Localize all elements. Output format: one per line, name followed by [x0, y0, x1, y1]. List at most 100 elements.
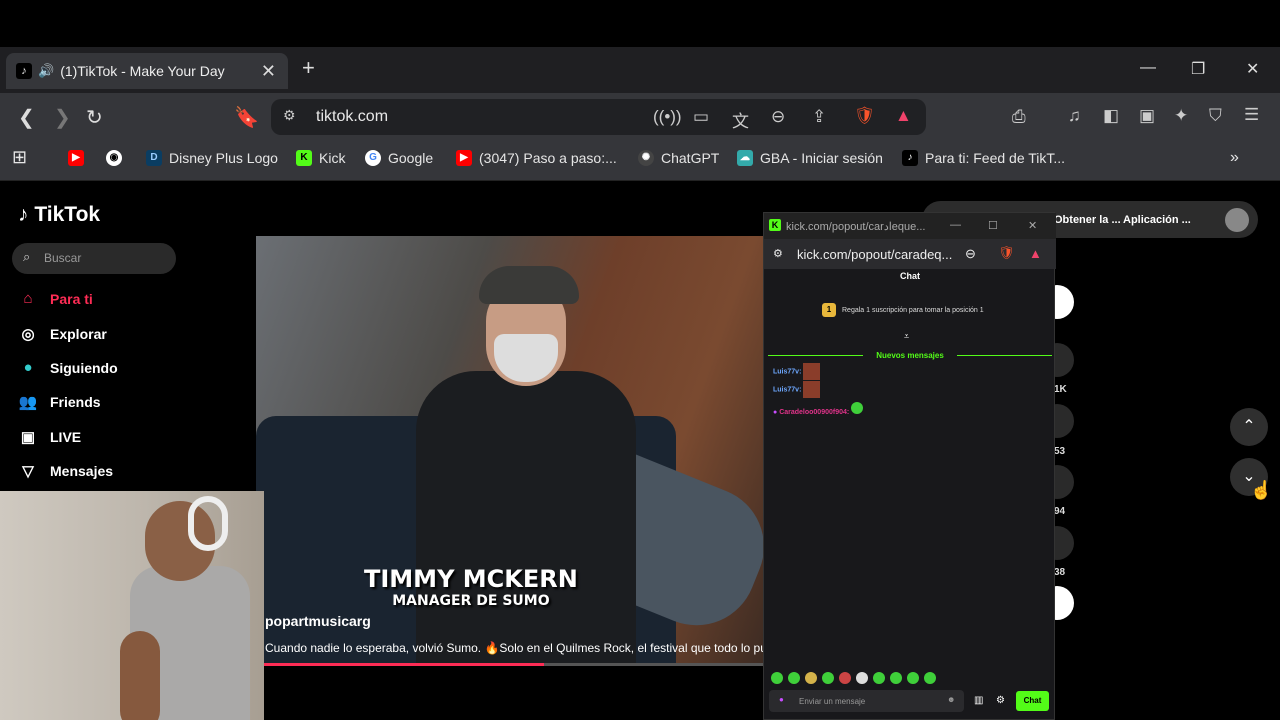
popup-close-icon[interactable]: ✕	[1028, 219, 1037, 232]
bookmark-tiktok[interactable]: ♪ Para ti: Feed de TikT...	[902, 150, 1065, 166]
site-settings-icon[interactable]: ⚙	[773, 247, 783, 260]
settings-icon[interactable]: ⚙	[996, 695, 1005, 706]
chat-username[interactable]: Luis77v:	[773, 368, 801, 375]
nav-live[interactable]: ▣ LIVE	[18, 428, 81, 446]
cast-icon[interactable]: ▭	[693, 107, 709, 127]
store-icon[interactable]: ▥	[974, 695, 983, 706]
emote-icon[interactable]	[924, 672, 936, 684]
minimize-icon[interactable]: —	[1140, 59, 1156, 77]
emote-icon[interactable]	[805, 672, 817, 684]
menu-icon[interactable]: ☰	[1244, 105, 1259, 125]
forward-icon[interactable]: ❯	[54, 105, 71, 130]
comment-count: 53	[1054, 446, 1066, 457]
bookmark-label: Kick	[319, 150, 346, 166]
wallet-icon[interactable]: ▣	[1139, 106, 1155, 126]
translate-icon[interactable]: 文	[732, 107, 749, 132]
bookmark-google[interactable]: G Google	[365, 150, 433, 166]
bookmark-gba[interactable]: ☁ GBA - Iniciar sesión	[737, 150, 883, 166]
zoom-icon[interactable]: ⊖	[965, 246, 976, 262]
chat-message[interactable]: Luis77v:	[773, 381, 821, 398]
save-count: 94	[1054, 506, 1066, 517]
broadcast-icon[interactable]: ((•))	[653, 107, 682, 127]
leo-ai-icon[interactable]: ✦	[1174, 106, 1188, 126]
send-icon: ▽	[22, 463, 34, 480]
bookmark-kick[interactable]: K Kick	[296, 150, 345, 166]
more-bookmarks-icon[interactable]: »	[1230, 149, 1239, 167]
youtube-bookmark[interactable]: ▶	[68, 150, 91, 166]
url-text[interactable]: tiktok.com	[316, 108, 388, 126]
headphones-icon	[188, 496, 228, 551]
tiktok-logo[interactable]: ♪ TikTok	[18, 203, 100, 227]
emote-icon[interactable]	[873, 672, 885, 684]
new-tab-button[interactable]: +	[302, 55, 315, 81]
chat-message-input[interactable]: ● Enviar un mensaje ☻	[769, 690, 964, 712]
bookmark-youtube-video[interactable]: ▶ (3047) Paso a paso:...	[456, 150, 617, 166]
chat-send-button[interactable]: Chat	[1016, 691, 1049, 711]
brave-rewards-icon[interactable]: ▲	[1029, 246, 1042, 261]
avatar[interactable]	[1225, 208, 1249, 232]
emote-icon[interactable]	[788, 672, 800, 684]
back-icon[interactable]: ❮	[18, 105, 35, 130]
search-input[interactable]: ⌕ Buscar	[12, 243, 176, 274]
kick-icon: K	[296, 150, 312, 166]
nav-explorar[interactable]: ◎ Explorar	[18, 325, 107, 343]
nav-friends[interactable]: 👥 Friends	[18, 393, 101, 411]
chat-message[interactable]: Luis77v:	[773, 363, 821, 380]
tab-tiktok[interactable]: ♪ 🔊 (1)TikTok - Make Your Day ✕	[6, 53, 288, 89]
chat-username[interactable]: Luis77v:	[773, 386, 801, 393]
sidebar-toggle-icon[interactable]: ◧	[1103, 106, 1119, 126]
emote-icon[interactable]	[839, 672, 851, 684]
emote-icon[interactable]	[907, 672, 919, 684]
download-app-link[interactable]: Aplicación ...	[1123, 214, 1191, 226]
emote-icon[interactable]	[856, 672, 868, 684]
scroll-down-icon[interactable]: ⩡	[904, 331, 909, 342]
nav-siguiendo[interactable]: ● Siguiendo	[18, 359, 118, 376]
chat-emote	[803, 381, 821, 398]
emote-bar[interactable]	[771, 671, 941, 689]
video-author[interactable]: popartmusicarg	[265, 613, 371, 629]
mouse-cursor-icon: ☝	[1250, 480, 1273, 500]
speaker-icon[interactable]: 🔊	[38, 63, 54, 79]
chat-message[interactable]: ● Caradeloo00900f904:	[773, 402, 868, 416]
apps-grid-icon[interactable]: ⊞	[12, 147, 27, 168]
nav-para-ti[interactable]: ⌂ Para ti	[18, 290, 92, 307]
brave-rewards-icon[interactable]: ▲	[895, 106, 912, 126]
kick-chat-popup: K kick.com/popout/carادeque... — ☐ ✕ ⚙ k…	[763, 212, 1056, 720]
emoji-icon[interactable]: ☻	[947, 695, 955, 704]
video-player[interactable]: TIMMY MCKERN MANAGER DE SUMO	[256, 236, 766, 666]
brave-shields-icon[interactable]: 🛡	[854, 106, 876, 126]
address-bar[interactable]: ⚙ tiktok.com ((•)) ▭ 文 ⊖ ⇪ 🛡 ▲	[271, 99, 926, 135]
emote-icon[interactable]	[771, 672, 783, 684]
music-icon[interactable]: ♫	[1068, 106, 1081, 126]
popup-minimize-icon[interactable]: —	[950, 219, 961, 231]
emote-icon[interactable]	[822, 672, 834, 684]
chat-username[interactable]: Caradeloo00900f904:	[779, 409, 849, 416]
vpn-icon[interactable]: ⛉	[1209, 106, 1222, 126]
zoom-out-icon[interactable]: ⊖	[771, 107, 785, 127]
window-close-icon[interactable]: ✕	[1246, 59, 1259, 79]
nav-label: Siguiendo	[50, 359, 118, 376]
tab-close-icon[interactable]: ✕	[261, 61, 276, 82]
reader-icon[interactable]: ⎙	[1012, 107, 1026, 127]
cloud-icon: ☁	[737, 150, 753, 166]
restore-icon[interactable]: ❐	[1191, 59, 1205, 79]
new-messages-label: Nuevos mensajes	[876, 351, 944, 360]
record-bookmark[interactable]: ◉	[106, 150, 129, 166]
brave-shields-icon[interactable]: 🛡	[998, 245, 1015, 261]
nav-label: Explorar	[50, 326, 107, 342]
site-settings-icon[interactable]: ⚙	[283, 107, 296, 124]
reload-icon[interactable]: ↻	[86, 105, 103, 130]
emote-icon[interactable]	[890, 672, 902, 684]
video-progress-bar[interactable]	[264, 663, 764, 666]
popup-maximize-icon[interactable]: ☐	[988, 219, 998, 232]
nav-mensajes[interactable]: ▽ Mensajes	[18, 462, 113, 480]
bookmark-chatgpt[interactable]: ✺ ChatGPT	[638, 150, 719, 166]
get-app-link[interactable]: Obtener la ...	[1054, 214, 1121, 226]
bookmark-icon[interactable]: 🔖	[234, 105, 259, 130]
bookmark-label: ChatGPT	[661, 150, 720, 166]
video-progress-fill	[264, 663, 544, 666]
bookmark-disney[interactable]: D Disney Plus Logo	[146, 150, 278, 166]
previous-video-button[interactable]: ⌃	[1230, 408, 1268, 446]
popup-address-bar[interactable]: ⚙ kick.com/popout/caradeq... ⊖ 🛡 ▲	[764, 239, 1056, 269]
share-icon[interactable]: ⇪	[812, 107, 826, 127]
